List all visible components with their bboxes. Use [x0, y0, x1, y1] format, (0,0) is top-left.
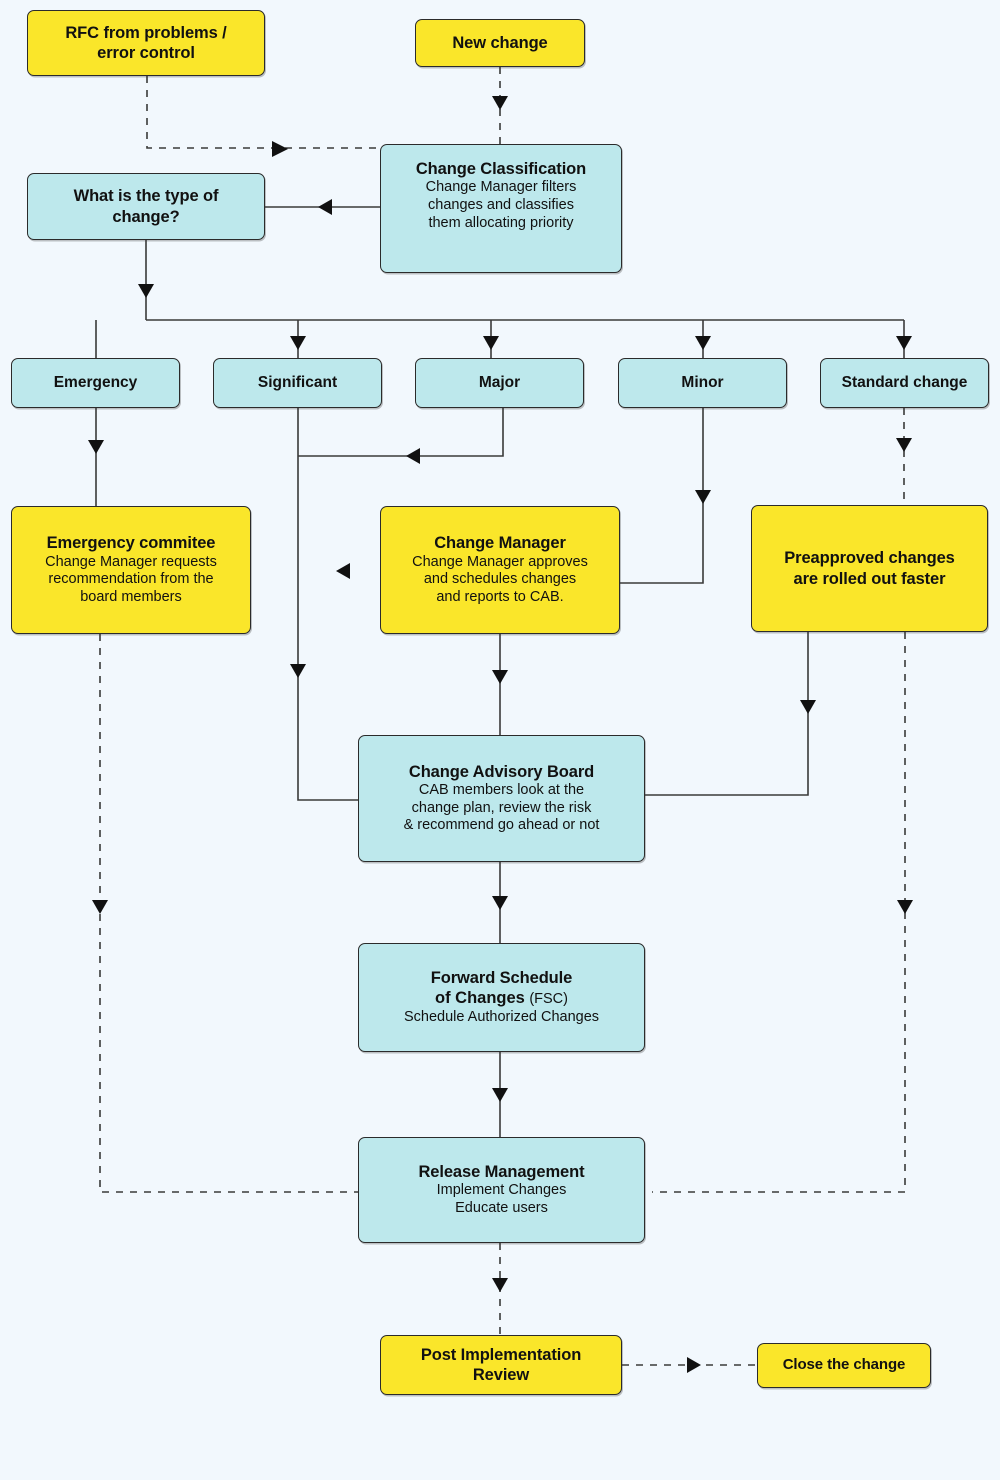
- forward-schedule-of-changes-node[interactable]: Forward Schedule of Changes (FSC) Schedu…: [358, 943, 645, 1052]
- minor-label: Minor: [681, 373, 724, 391]
- edge-minor-changemanager: [620, 408, 704, 584]
- change-classification-node[interactable]: Change Classification Change Manager fil…: [380, 144, 622, 273]
- change-classification-sub-3: them allocating priority: [428, 214, 574, 231]
- standard-change-label: Standard change: [841, 373, 968, 391]
- preapproved-changes-node[interactable]: Preapproved changes are rolled out faste…: [751, 505, 988, 632]
- pir-line-2: Review: [472, 1366, 530, 1384]
- preapproved-line-2: are rolled out faster: [793, 569, 946, 588]
- change-classification-sub-1: Change Manager filters: [425, 179, 577, 196]
- change-manager-node[interactable]: Change Manager Change Manager approves a…: [380, 506, 620, 634]
- arrowhead-major: [406, 448, 420, 464]
- major-node[interactable]: Major: [415, 358, 584, 408]
- significant-label: Significant: [257, 373, 338, 391]
- release-management-node[interactable]: Release Management Implement Changes Edu…: [358, 1137, 645, 1243]
- edge-preapproved-release: [652, 632, 906, 1193]
- edge-significant-cab: [297, 358, 358, 801]
- arrowhead-rfc: [272, 141, 288, 157]
- emergency-committee-sub-1: Change Manager requests: [45, 553, 217, 570]
- fsc-title-line-2: of Changes (FSC): [435, 988, 568, 1009]
- release-management-title: Release Management: [418, 1163, 585, 1182]
- standard-change-node[interactable]: Standard change: [820, 358, 989, 408]
- rfc-line-1: RFC from problems /: [65, 23, 227, 42]
- change-classification-sub-2: changes and classifies: [428, 196, 574, 213]
- rfc-line-2: error control: [97, 44, 195, 62]
- flowchart-canvas: RFC from problems / error control New ch…: [0, 0, 1000, 1480]
- pir-line-1: Post Implementation: [420, 1345, 582, 1364]
- cab-title: Change Advisory Board: [408, 762, 595, 781]
- emergency-committee-sub-3: board members: [80, 588, 182, 605]
- arrowhead-type-down: [138, 284, 154, 298]
- new-change-node[interactable]: New change: [415, 19, 585, 67]
- change-type-question-node[interactable]: What is the type of change?: [27, 173, 265, 240]
- significant-node[interactable]: Significant: [213, 358, 382, 408]
- fsc-title-2: of Changes: [435, 989, 525, 1008]
- arrowhead-newchange: [492, 96, 508, 110]
- change-type-question-line-1: What is the type of: [73, 187, 219, 206]
- emergency-label: Emergency: [53, 373, 138, 391]
- change-classification-title: Change Classification: [415, 160, 587, 178]
- close-the-change-label: Close the change: [782, 1356, 906, 1374]
- edge-major-changemanager: [298, 408, 504, 457]
- emergency-node[interactable]: Emergency: [11, 358, 180, 408]
- rfc-node[interactable]: RFC from problems / error control: [27, 10, 265, 76]
- emergency-committee-sub-2: recommendation from the: [48, 571, 214, 588]
- arrowhead-pir-close: [687, 1357, 701, 1373]
- fsc-title: Forward Schedule: [430, 969, 573, 988]
- release-management-sub-2: Educate users: [455, 1200, 548, 1217]
- fsc-sub-1: Schedule Authorized Changes: [403, 1009, 600, 1026]
- emergency-committee-node[interactable]: Emergency commitee Change Manager reques…: [11, 506, 251, 634]
- change-manager-sub-1: Change Manager approves: [412, 553, 588, 570]
- post-implementation-review-node[interactable]: Post Implementation Review: [380, 1335, 622, 1395]
- change-manager-sub-2: and schedules changes: [423, 571, 577, 588]
- preapproved-line-1: Preapproved changes: [784, 549, 955, 568]
- cab-sub-1: CAB members look at the: [418, 782, 585, 799]
- cab-sub-2: change plan, review the risk: [411, 799, 592, 816]
- arrowhead-classification-type: [318, 199, 332, 215]
- arrowhead-minor: [695, 490, 711, 504]
- fsc-abbreviation: (FSC): [529, 991, 568, 1008]
- edge-committee-release: [99, 634, 358, 1193]
- new-change-label: New change: [452, 33, 548, 52]
- emergency-committee-title: Emergency commitee: [46, 534, 216, 553]
- edge-preapproved-cab: [645, 632, 809, 796]
- change-type-question-line-2: change?: [112, 207, 180, 226]
- change-manager-sub-3: and reports to CAB.: [436, 588, 564, 605]
- release-management-sub-1: Implement Changes: [436, 1182, 567, 1199]
- edge-rfc-classification: [146, 76, 380, 149]
- change-advisory-board-node[interactable]: Change Advisory Board CAB members look a…: [358, 735, 645, 862]
- major-label: Major: [478, 373, 521, 391]
- cab-sub-3: & recommend go ahead or not: [403, 817, 600, 834]
- change-manager-title: Change Manager: [434, 534, 566, 553]
- arrowhead-significant: [290, 664, 306, 678]
- arrowhead-changemanager-left: [336, 563, 350, 579]
- close-the-change-node[interactable]: Close the change: [757, 1343, 931, 1388]
- minor-node[interactable]: Minor: [618, 358, 787, 408]
